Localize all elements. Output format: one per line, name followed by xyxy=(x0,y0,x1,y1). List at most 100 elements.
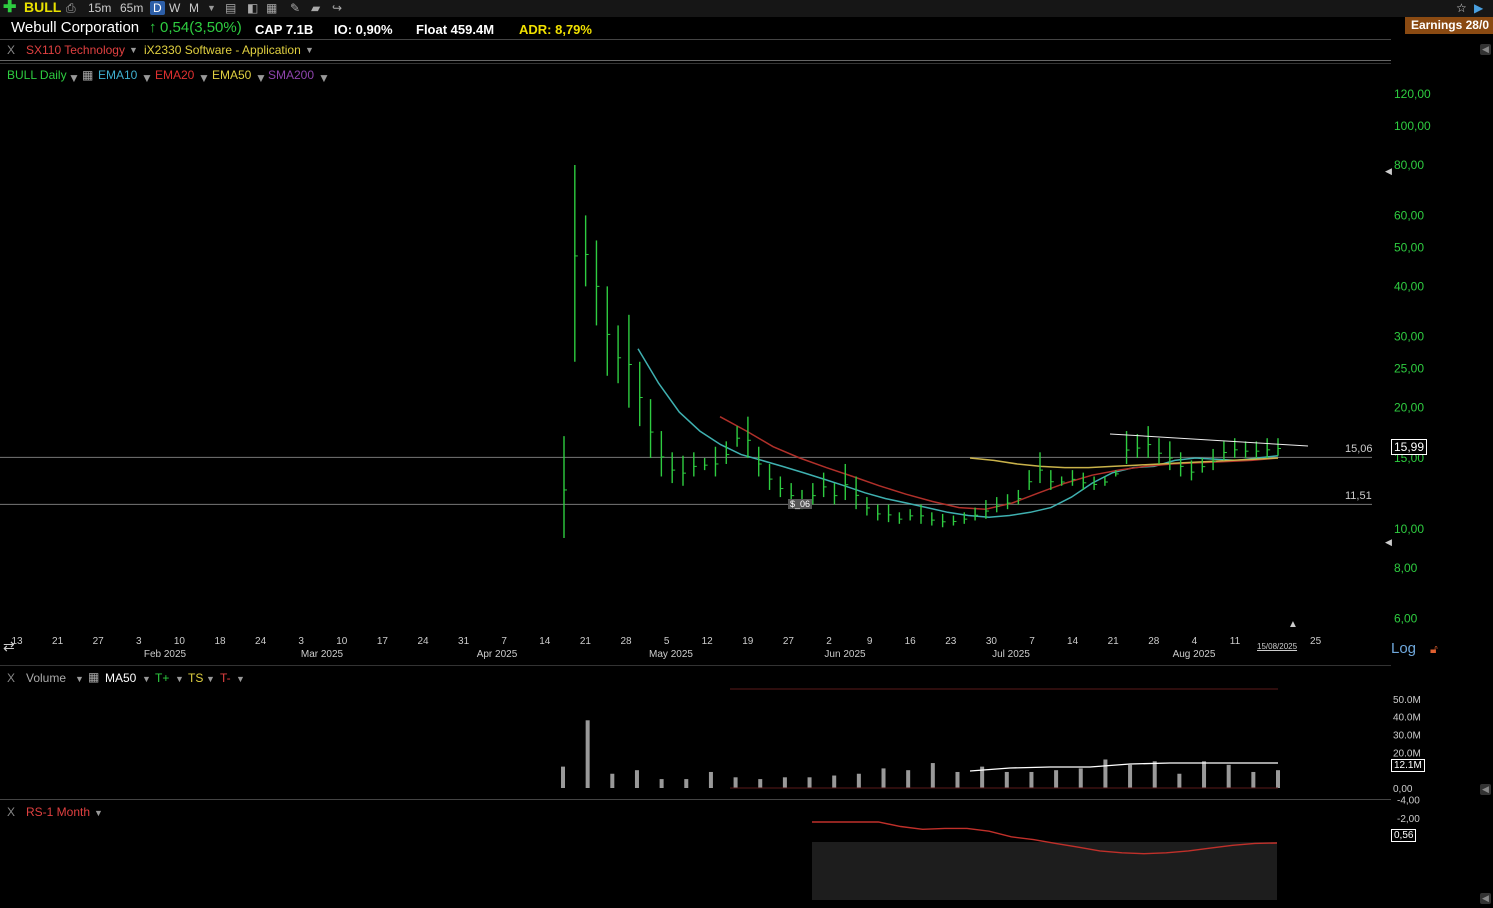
rs-close-button[interactable]: X xyxy=(7,805,15,819)
volume-bar xyxy=(733,777,738,788)
x-tick-label: 2 xyxy=(826,636,832,647)
y-tick-label: 80,00 xyxy=(1394,158,1424,172)
volume-tick-label: 40.0M xyxy=(1393,713,1421,724)
volume-bar xyxy=(1251,771,1256,788)
volume-t-minus[interactable]: T- xyxy=(220,671,231,685)
rs-tick-label: -4,00 xyxy=(1397,795,1420,806)
x-tick-label: 18 xyxy=(214,636,226,647)
rs-title[interactable]: RS-1 Month xyxy=(26,805,90,819)
x-tick-label: 24 xyxy=(255,636,267,647)
volume-bar xyxy=(856,773,861,788)
x-month-label: Feb 2025 xyxy=(144,649,187,660)
rs-tick-label: -2,00 xyxy=(1397,814,1420,825)
volume-bar xyxy=(708,771,713,788)
x-tick-label: 9 xyxy=(867,636,873,647)
y-tick-label: 60,00 xyxy=(1394,208,1424,222)
divider xyxy=(0,665,1391,666)
volume-ts[interactable]: TS xyxy=(188,671,203,685)
x-tick-label: 28 xyxy=(620,636,632,647)
volume-dropdown-icon[interactable]: ▼ xyxy=(75,674,84,684)
volume-bar xyxy=(634,770,639,788)
panel-collapse-icon[interactable]: ◀ xyxy=(1480,784,1491,795)
volume-bar xyxy=(1103,759,1108,788)
x-tick-label: 23 xyxy=(945,636,957,647)
volume-ma[interactable]: MA50 xyxy=(105,671,136,685)
y-tick-label: 25,00 xyxy=(1394,362,1424,376)
x-tick-label: 3 xyxy=(298,636,304,647)
volume-bar xyxy=(1202,761,1207,788)
volume-tick-label: 0,00 xyxy=(1393,784,1413,795)
x-tick-label: 7 xyxy=(501,636,507,647)
rs-dropdown-icon[interactable]: ▼ xyxy=(94,808,103,818)
volume-bar xyxy=(684,779,689,788)
panel-collapse-icon[interactable]: ◀ xyxy=(1480,44,1491,55)
volume-ma-dropdown-icon[interactable]: ▼ xyxy=(142,674,151,684)
x-tick-label: 7 xyxy=(1029,636,1035,647)
volume-bar xyxy=(906,770,911,788)
x-tick-label: 21 xyxy=(580,636,592,647)
log-scale-button[interactable]: Log xyxy=(1391,640,1416,657)
x-month-label: Jul 2025 xyxy=(992,649,1030,660)
volume-close-button[interactable]: X xyxy=(7,671,15,685)
ts-dropdown-icon[interactable]: ▼ xyxy=(206,674,215,684)
current-price-label: 15,99 xyxy=(1391,439,1428,455)
x-tick-label: 16 xyxy=(905,636,917,647)
volume-bar xyxy=(1128,764,1133,788)
y-tick-label: 50,00 xyxy=(1394,240,1424,254)
t-minus-dropdown-icon[interactable]: ▼ xyxy=(236,674,245,684)
y-tick-label: 120,00 xyxy=(1394,87,1431,101)
x-tick-label: 14 xyxy=(539,636,551,647)
scroll-icon[interactable]: ⇄ xyxy=(3,638,15,655)
scale-marker-icon: ◀ xyxy=(1385,537,1392,547)
x-tick-label: 17 xyxy=(377,636,389,647)
x-tick-label: 21 xyxy=(52,636,64,647)
x-tick-label: 3 xyxy=(136,636,142,647)
price-note-label: $_06 xyxy=(788,499,813,509)
ema10-line xyxy=(637,348,1279,518)
x-tick-label: 19 xyxy=(742,636,754,647)
volume-bar xyxy=(1029,771,1034,788)
volume-tick-label: 20.0M xyxy=(1393,748,1421,759)
price-chart[interactable]: 120,00100,0080,0060,0050,0040,0030,0025,… xyxy=(0,0,1493,908)
x-tick-label: 21 xyxy=(1108,636,1120,647)
volume-bar xyxy=(1177,773,1182,788)
x-tick-label: 5 xyxy=(664,636,670,647)
volume-bar xyxy=(1152,761,1157,788)
volume-bar xyxy=(561,766,565,788)
volume-current-label: 12.1M xyxy=(1391,759,1425,772)
t-plus-dropdown-icon[interactable]: ▼ xyxy=(175,674,184,684)
volume-t-plus[interactable]: T+ xyxy=(155,671,169,685)
y-tick-label: 6,00 xyxy=(1394,611,1418,625)
rs-current-label: 0,56 xyxy=(1391,829,1417,842)
x-tick-label: 12 xyxy=(702,636,714,647)
divider xyxy=(0,799,1391,800)
x-tick-label: 27 xyxy=(93,636,105,647)
y-tick-label: 10,00 xyxy=(1394,522,1424,536)
x-tick-label: 10 xyxy=(336,636,348,647)
y-tick-label: 30,00 xyxy=(1394,330,1424,344)
x-month-label: May 2025 xyxy=(649,649,693,660)
volume-bar xyxy=(881,768,886,788)
date-marker-icon: ▲ xyxy=(1288,619,1298,630)
lower-line-label: 11,51 xyxy=(1345,490,1372,502)
panel-collapse-icon[interactable]: ◀ xyxy=(1480,893,1491,904)
x-tick-label: 31 xyxy=(458,636,470,647)
indicator-icon[interactable]: ▦ xyxy=(88,670,99,684)
x-month-label: Mar 2025 xyxy=(301,649,344,660)
x-tick-label: 30 xyxy=(986,636,998,647)
volume-bar xyxy=(1054,770,1059,788)
volume-bar xyxy=(659,779,664,788)
rs-area xyxy=(812,842,1277,900)
x-tick-label: 28 xyxy=(1148,636,1160,647)
volume-bar xyxy=(1276,770,1280,788)
volume-title[interactable]: Volume xyxy=(26,671,66,685)
x-tick-label: 24 xyxy=(417,636,429,647)
volume-bar xyxy=(585,720,590,788)
x-tick-label: 11 xyxy=(1230,636,1241,647)
volume-bar xyxy=(1004,771,1009,788)
x-tick-label: 25 xyxy=(1310,636,1322,647)
volume-bar xyxy=(610,773,615,788)
lock-icon[interactable]: 🔓︎ xyxy=(1430,642,1438,657)
x-month-label: Jun 2025 xyxy=(824,649,866,660)
x-month-label: Aug 2025 xyxy=(1173,649,1216,660)
